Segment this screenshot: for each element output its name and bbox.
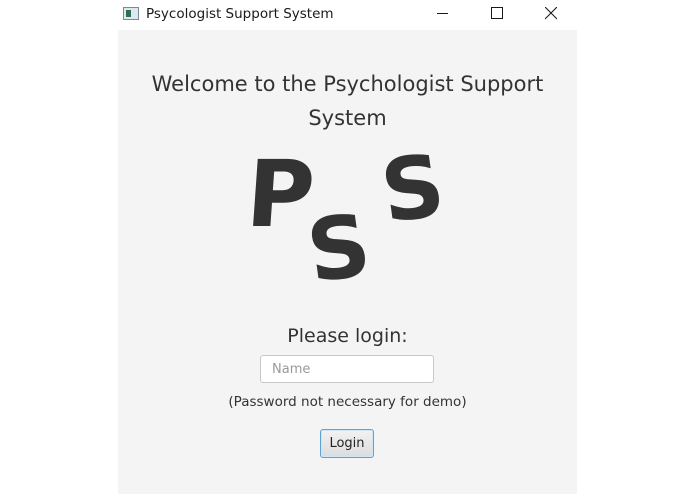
pss-logo: P S S bbox=[250, 150, 450, 290]
login-prompt: Please login: bbox=[287, 325, 408, 347]
login-button[interactable]: Login bbox=[320, 429, 374, 458]
password-note: (Password not necessary for demo) bbox=[228, 394, 467, 410]
name-input[interactable] bbox=[260, 355, 434, 383]
welcome-line-2: System bbox=[308, 106, 387, 130]
welcome-heading: Welcome to the Psychologist Support Syst… bbox=[118, 67, 577, 135]
maximize-icon bbox=[491, 7, 503, 19]
minimize-button[interactable] bbox=[420, 0, 466, 30]
welcome-line-1: Welcome to the Psychologist Support bbox=[151, 72, 544, 96]
application-window: Psycologist Support System Welcome to th… bbox=[118, 0, 577, 494]
window-title: Psycologist Support System bbox=[146, 6, 334, 22]
close-icon bbox=[545, 7, 557, 20]
title-bar[interactable]: Psycologist Support System bbox=[118, 0, 577, 30]
logo-letter-s-upper: S bbox=[375, 150, 450, 243]
main-panel: Welcome to the Psychologist Support Syst… bbox=[118, 30, 577, 494]
logo-letter-s-lower: S bbox=[301, 195, 376, 290]
minimize-icon bbox=[437, 13, 448, 14]
app-icon bbox=[123, 7, 139, 20]
close-button[interactable] bbox=[528, 0, 574, 30]
maximize-button[interactable] bbox=[474, 0, 520, 30]
